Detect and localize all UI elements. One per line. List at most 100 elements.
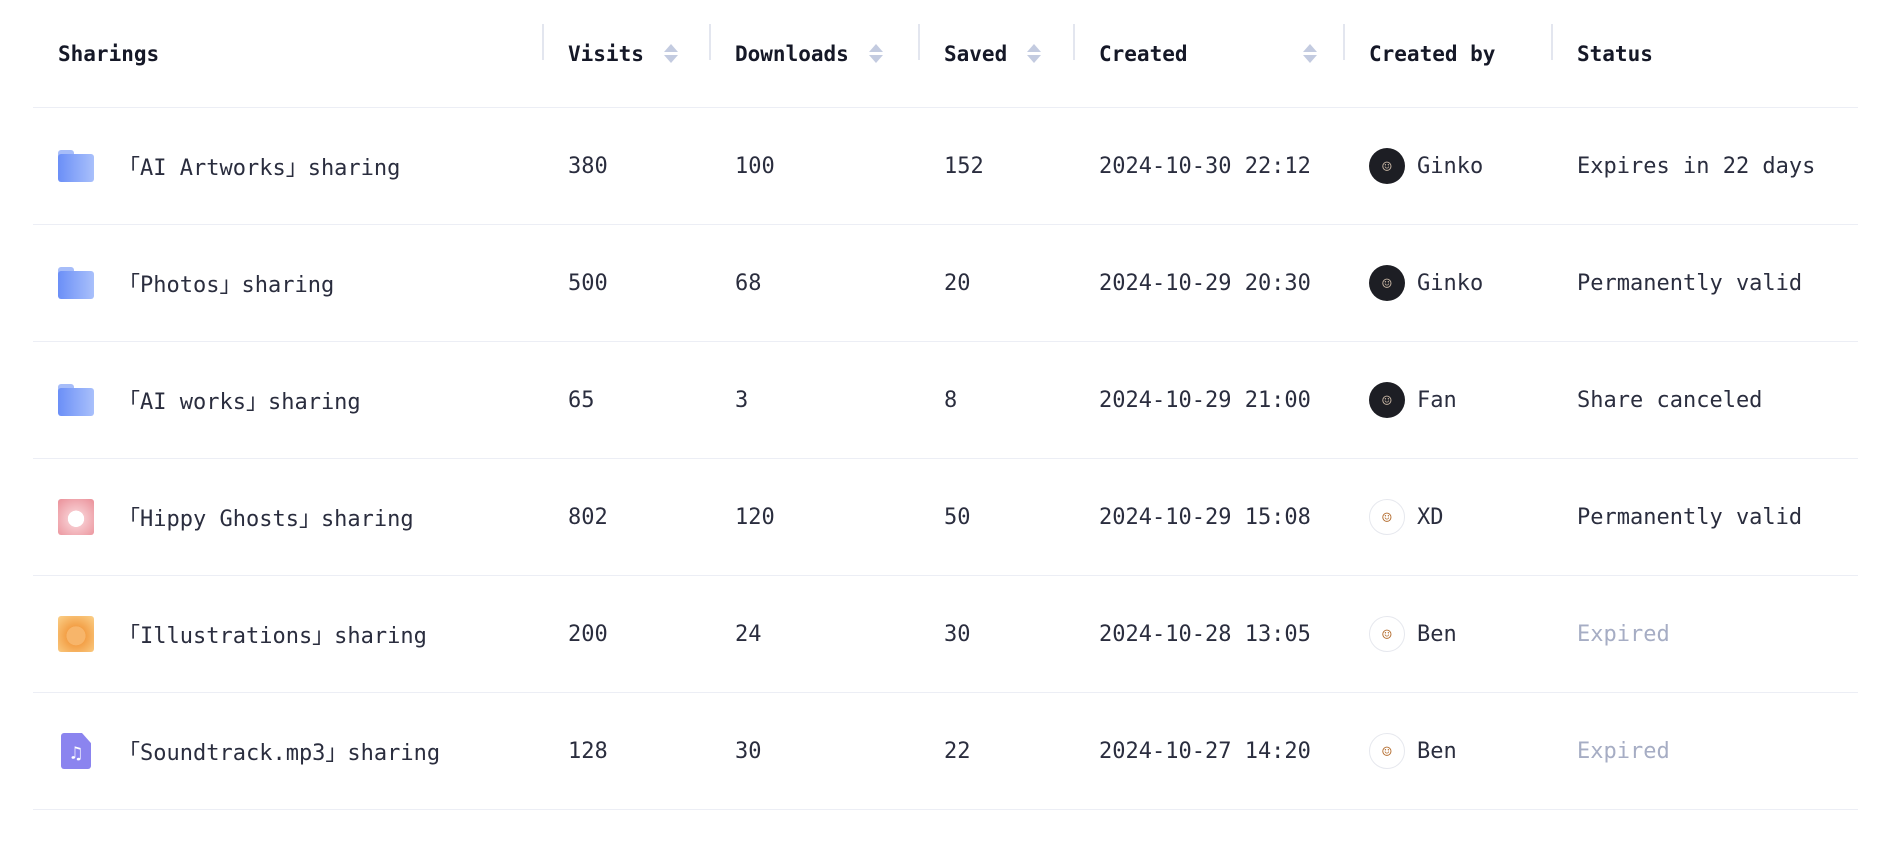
saved-cell: 50 xyxy=(918,505,1073,530)
column-visits[interactable]: Visits xyxy=(542,23,709,66)
creator-cell: ☺ Ginko xyxy=(1343,148,1551,184)
status-cell: Expired xyxy=(1551,739,1858,764)
status-text: Expired xyxy=(1577,621,1670,647)
creator-name: Fan xyxy=(1417,387,1457,413)
saved-cell: 8 xyxy=(918,388,1073,413)
sharing-name-cell[interactable]: 「AI Artworks」sharing xyxy=(33,150,542,182)
created-value: 2024-10-28 13:05 xyxy=(1099,621,1311,647)
status-cell: Permanently valid xyxy=(1551,271,1858,296)
creator-cell: ☺ XD xyxy=(1343,499,1551,535)
downloads-cell: 30 xyxy=(709,739,918,764)
downloads-value: 68 xyxy=(735,270,762,296)
sharing-name[interactable]: 「Photos」sharing xyxy=(118,267,334,299)
avatar: ☺ xyxy=(1369,148,1405,184)
visits-cell: 128 xyxy=(542,739,709,764)
column-sharings: Sharings xyxy=(33,42,542,66)
column-saved[interactable]: Saved xyxy=(918,23,1073,66)
downloads-value: 24 xyxy=(735,621,762,647)
visits-value: 802 xyxy=(568,504,608,530)
visits-value: 500 xyxy=(568,270,608,296)
downloads-value: 120 xyxy=(735,504,775,530)
sort-icon[interactable] xyxy=(663,44,678,63)
created-value: 2024-10-27 14:20 xyxy=(1099,738,1311,764)
avatar: ☺ xyxy=(1369,616,1405,652)
sharings-table: Sharings Visits Downloads Saved Created … xyxy=(33,0,1858,810)
creator-cell: ☺ Fan xyxy=(1343,382,1551,418)
folder-icon xyxy=(58,267,94,299)
downloads-cell: 100 xyxy=(709,154,918,179)
created-cell: 2024-10-27 14:20 xyxy=(1073,739,1343,764)
created-cell: 2024-10-29 15:08 xyxy=(1073,505,1343,530)
table-row[interactable]: 「AI works」sharing 65 3 8 2024-10-29 21:0… xyxy=(33,342,1858,459)
sharing-name-cell[interactable]: ♫ 「Soundtrack.mp3」sharing xyxy=(33,733,542,769)
table-row[interactable]: ♫ 「Soundtrack.mp3」sharing 128 30 22 2024-… xyxy=(33,693,1858,810)
visits-value: 65 xyxy=(568,387,595,413)
music-file-icon: ♫ xyxy=(61,733,91,769)
avatar: ☺ xyxy=(1369,265,1405,301)
status-cell: Share canceled xyxy=(1551,388,1858,413)
status-text: Permanently valid xyxy=(1577,504,1803,530)
sharing-name[interactable]: 「Soundtrack.mp3」sharing xyxy=(118,735,440,767)
saved-cell: 30 xyxy=(918,622,1073,647)
saved-value: 152 xyxy=(944,153,984,179)
visits-cell: 200 xyxy=(542,622,709,647)
ghost-thumbnail xyxy=(58,499,94,535)
column-status: Status xyxy=(1551,23,1858,66)
saved-value: 30 xyxy=(944,621,971,647)
status-cell: Permanently valid xyxy=(1551,505,1858,530)
saved-value: 50 xyxy=(944,504,971,530)
visits-cell: 65 xyxy=(542,388,709,413)
column-downloads[interactable]: Downloads xyxy=(709,23,918,66)
saved-cell: 22 xyxy=(918,739,1073,764)
downloads-cell: 3 xyxy=(709,388,918,413)
column-label: Sharings xyxy=(58,41,160,66)
created-value: 2024-10-29 15:08 xyxy=(1099,504,1311,530)
sharing-name[interactable]: 「AI Artworks」sharing xyxy=(118,150,400,182)
avatar: ☺ xyxy=(1369,382,1405,418)
visits-cell: 380 xyxy=(542,154,709,179)
table-row[interactable]: 「Photos」sharing 500 68 20 2024-10-29 20:… xyxy=(33,225,1858,342)
sharing-name-cell[interactable]: 「AI works」sharing xyxy=(33,384,542,416)
saved-value: 8 xyxy=(944,387,958,413)
status-text: Expired xyxy=(1577,738,1670,764)
creator-name: Ben xyxy=(1417,738,1457,764)
avatar: ☺ xyxy=(1369,499,1405,535)
sharing-name-cell[interactable]: 「Hippy Ghosts」sharing xyxy=(33,499,542,535)
sharing-name-cell[interactable]: 「Photos」sharing xyxy=(33,267,542,299)
created-cell: 2024-10-29 21:00 xyxy=(1073,388,1343,413)
creator-cell: ☺ Ginko xyxy=(1343,265,1551,301)
sort-icon[interactable] xyxy=(1303,44,1317,63)
created-value: 2024-10-29 20:30 xyxy=(1099,270,1311,296)
creator-name: Ginko xyxy=(1417,153,1484,179)
created-value: 2024-10-29 21:00 xyxy=(1099,387,1311,413)
creator-name: XD xyxy=(1417,504,1444,530)
creator-cell: ☺ Ben xyxy=(1343,733,1551,769)
column-label: Downloads xyxy=(735,41,849,66)
column-created[interactable]: Created xyxy=(1073,23,1343,66)
sort-icon[interactable] xyxy=(868,44,883,63)
sharing-name-cell[interactable]: 「Illustrations」sharing xyxy=(33,616,542,652)
sharing-name[interactable]: 「AI works」sharing xyxy=(118,384,361,416)
status-cell: Expires in 22 days xyxy=(1551,154,1858,179)
created-cell: 2024-10-28 13:05 xyxy=(1073,622,1343,647)
table-row[interactable]: 「Illustrations」sharing 200 24 30 2024-10… xyxy=(33,576,1858,693)
table-row[interactable]: 「Hippy Ghosts」sharing 802 120 50 2024-10… xyxy=(33,459,1858,576)
table-header: Sharings Visits Downloads Saved Created … xyxy=(33,0,1858,108)
table-row[interactable]: 「AI Artworks」sharing 380 100 152 2024-10… xyxy=(33,108,1858,225)
saved-value: 22 xyxy=(944,738,971,764)
created-cell: 2024-10-29 20:30 xyxy=(1073,271,1343,296)
visits-value: 380 xyxy=(568,153,608,179)
downloads-value: 3 xyxy=(735,387,749,413)
created-value: 2024-10-30 22:12 xyxy=(1099,153,1311,179)
sort-icon[interactable] xyxy=(1027,44,1042,63)
avatar: ☺ xyxy=(1369,733,1405,769)
illustration-thumbnail xyxy=(58,616,94,652)
creator-cell: ☺ Ben xyxy=(1343,616,1551,652)
status-text: Permanently valid xyxy=(1577,270,1803,296)
folder-icon xyxy=(58,384,94,416)
visits-value: 128 xyxy=(568,738,608,764)
sharing-name[interactable]: 「Illustrations」sharing xyxy=(118,618,427,650)
sharing-name[interactable]: 「Hippy Ghosts」sharing xyxy=(118,501,414,533)
creator-name: Ginko xyxy=(1417,270,1484,296)
folder-icon xyxy=(58,150,94,182)
